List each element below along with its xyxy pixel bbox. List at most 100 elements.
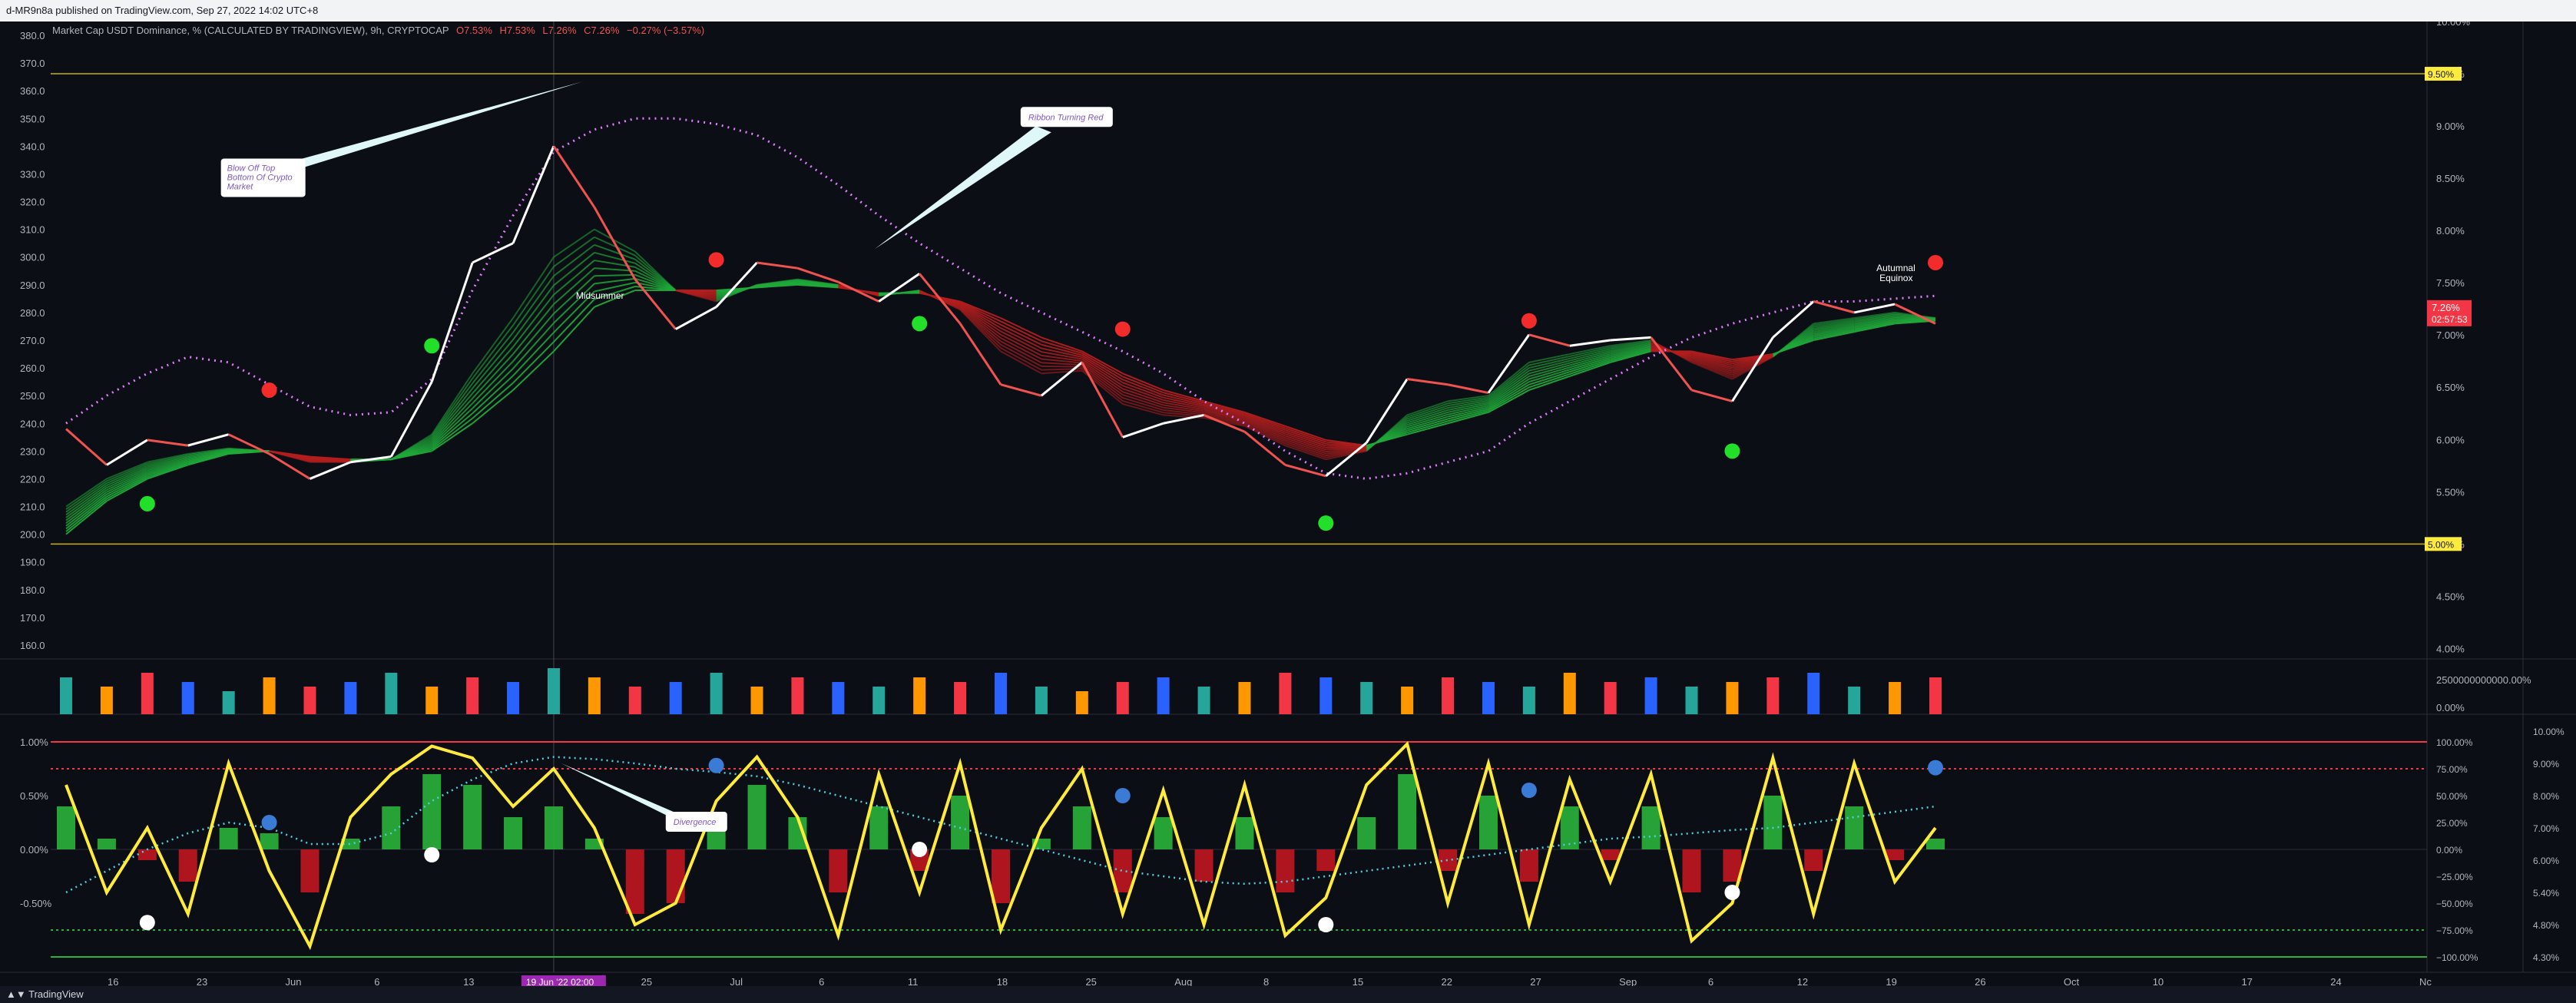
histogram-bar (829, 849, 848, 892)
osc-right-axis-tick: 0.00% (2436, 845, 2462, 856)
x-axis-tick: 18 (997, 976, 1008, 986)
left-axis-tick: 350.0 (20, 113, 45, 124)
volume-bar (507, 682, 520, 714)
annotation-label: Autumnal (1876, 263, 1915, 273)
x-axis-tick: 16 (108, 976, 118, 986)
histogram-bar (1194, 849, 1214, 882)
osc-right-axis-tick-b: 9.00% (2533, 759, 2559, 770)
annotation-text: Bottom Of Crypto (227, 173, 293, 182)
crosshair-date-label: 19 Jun '22 02:00 (526, 977, 594, 986)
red-signal-dot (1928, 254, 1943, 270)
x-axis-tick: 13 (463, 976, 474, 986)
price-segment (147, 439, 188, 447)
axes: 380.0 370.0 360.0 350.0 340.0 330.0 320.0 310.0… (20, 22, 2564, 986)
publisher-bar: d-MR9n8a published on TradingView.com, S… (0, 0, 2576, 22)
red-signal-dot (708, 252, 724, 268)
chart-canvas[interactable]: Divergence Blow Off TopBottom Of CryptoM… (0, 22, 2576, 986)
left-axis-tick: 360.0 (20, 85, 45, 97)
left-axis-tick: 380.0 (20, 30, 45, 41)
right-axis-tick: 8.50% (2436, 173, 2465, 184)
histogram-bar (1235, 817, 1254, 849)
histogram-bar (951, 796, 970, 849)
left-axis-tick: 340.0 (20, 141, 45, 152)
histogram-bar (382, 806, 401, 849)
price-segment (1040, 361, 1083, 397)
left-axis-tick: 260.0 (20, 362, 45, 374)
volume-bar (1685, 687, 1698, 714)
blue-osc-dot (1521, 783, 1537, 798)
x-axis-tick: 19 (1886, 976, 1896, 986)
x-axis-tick: Aug (1174, 976, 1192, 986)
price-segment (106, 439, 148, 466)
volume-bar (832, 682, 845, 714)
annotation-text: Blow Off Top (227, 164, 276, 173)
footer-bar: ▲▼ TradingView (0, 986, 2576, 1003)
volume-bar (588, 677, 601, 714)
white-osc-dot (424, 847, 440, 862)
left-axis-tick: 300.0 (20, 252, 45, 263)
volume-bar (628, 687, 641, 714)
green-signal-dot (1724, 443, 1740, 459)
x-axis-tick: 26 (1975, 976, 1985, 986)
histogram-bar (625, 849, 644, 914)
volume-bar (1238, 682, 1251, 714)
osc-right-axis-tick-b: 4.30% (2533, 952, 2559, 963)
price-segment (1406, 378, 1449, 386)
left-axis-tick: 210.0 (20, 502, 45, 513)
volume-bar (1442, 677, 1455, 714)
volume-pane (60, 668, 1942, 714)
left-axis-tick: 270.0 (20, 335, 45, 346)
osc-right-axis-tick: 50.00% (2436, 791, 2468, 802)
ribbon-segment (553, 252, 595, 286)
right-axis-tick: 4.00% (2436, 643, 2465, 654)
histogram-bar (1845, 806, 1864, 849)
x-axis-tick: 17 (2241, 976, 2252, 986)
left-axis-tick: 370.0 (20, 58, 45, 69)
left-axis-tick: 230.0 (20, 445, 45, 457)
histogram-bar (137, 849, 157, 860)
x-axis-tick: 6 (374, 976, 379, 986)
ribbon-segment (594, 273, 635, 277)
ribbon-segment (553, 236, 595, 267)
osc-right-axis-tick-b: 7.00% (2533, 823, 2559, 834)
volume-bar (303, 687, 316, 714)
price-segment (1610, 336, 1651, 342)
x-axis-tick: 15 (1353, 976, 1363, 986)
volume-bar (344, 682, 357, 714)
price-segment (1691, 389, 1733, 402)
ribbon-segment (1041, 369, 1082, 375)
osc-right-axis-tick-b: 8.00% (2533, 791, 2559, 802)
histogram-bar (1601, 849, 1620, 860)
histogram-bar (1316, 849, 1336, 871)
volume-bar (1075, 691, 1088, 714)
volume-axis-tick: 0.00% (2436, 702, 2465, 713)
histogram-bar (1072, 806, 1091, 849)
green-signal-dot (139, 495, 155, 511)
osc-right-axis-tick-b: 6.00% (2533, 856, 2559, 866)
blue-osc-dot (1928, 760, 1943, 776)
x-axis-tick: 25 (641, 976, 652, 986)
price-segment (878, 273, 921, 303)
volume-bar (1807, 673, 1820, 714)
volume-bar (1157, 677, 1170, 714)
volume-bar (60, 677, 72, 714)
ribbon-segment (512, 257, 555, 319)
x-axis-tick: Jul (730, 976, 743, 986)
price-segment (1528, 333, 1571, 347)
histogram-bar (1398, 774, 1417, 849)
histogram-bar (57, 806, 75, 849)
histogram-bar (544, 806, 563, 849)
histogram-bar (1682, 849, 1701, 892)
x-axis-tick: 6 (819, 976, 824, 986)
publisher-text: d-MR9n8a published on TradingView.com, S… (6, 5, 319, 16)
left-axis-tick: 170.0 (20, 612, 45, 624)
left-axis-tick: 250.0 (20, 390, 45, 402)
ribbon-segment (594, 277, 635, 285)
volume-bar (1522, 687, 1535, 714)
x-axis-tick: Jun (286, 976, 302, 986)
volume-bar (954, 682, 967, 714)
red-signal-dot (1521, 313, 1537, 329)
histogram-bar (1154, 817, 1173, 849)
volume-bar (1766, 677, 1780, 714)
volume-bar (263, 677, 276, 714)
